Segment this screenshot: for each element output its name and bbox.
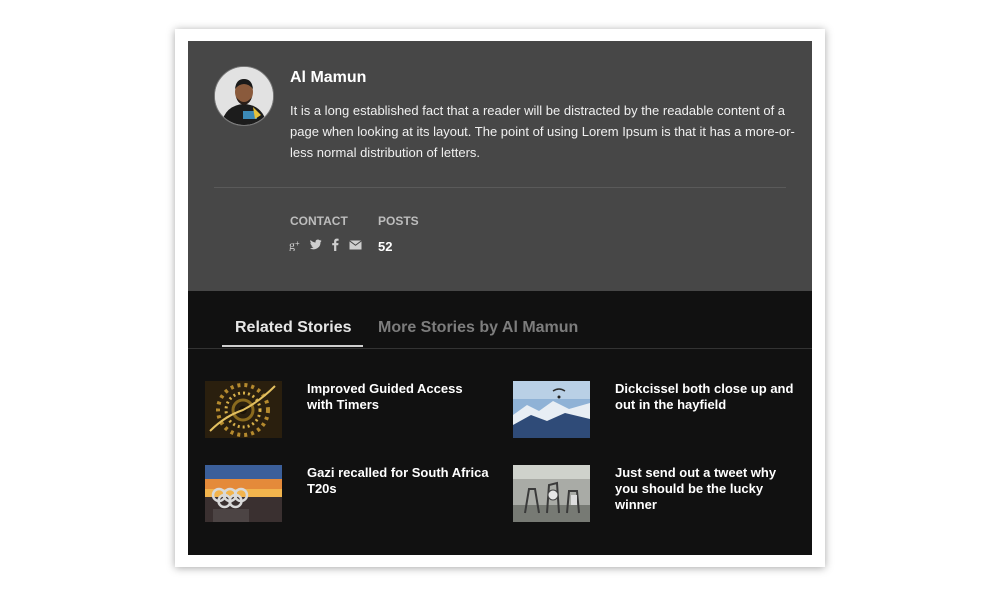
story-title[interactable]: Gazi recalled for South Africa T20s [307, 465, 492, 497]
story-thumbnail[interactable] [513, 465, 590, 522]
story-item[interactable]: Gazi recalled for South Africa T20s [205, 465, 505, 525]
posts-count: 52 [378, 239, 393, 254]
twitter-icon[interactable] [309, 238, 322, 251]
google-plus-icon[interactable]: g + [289, 238, 302, 252]
story-item[interactable]: Dickcissel both close up and out in the … [513, 381, 813, 441]
contact-label: CONTACT [290, 214, 348, 228]
facebook-icon[interactable] [329, 238, 342, 251]
author-box: Al Mamun It is a long established fact t… [188, 41, 812, 291]
tab-more-stories[interactable]: More Stories by Al Mamun [378, 319, 578, 337]
author-bio: It is a long established fact that a rea… [290, 103, 795, 160]
active-tab-indicator [222, 345, 363, 347]
tab-related-stories[interactable]: Related Stories [235, 319, 351, 337]
story-thumbnail[interactable] [513, 381, 590, 438]
story-title[interactable]: Improved Guided Access with Timers [307, 381, 492, 413]
email-icon[interactable] [349, 238, 362, 251]
story-title[interactable]: Dickcissel both close up and out in the … [615, 381, 800, 413]
story-thumbnail[interactable] [205, 465, 282, 522]
story-tabs: Related Stories More Stories by Al Mamun [188, 307, 812, 349]
story-item[interactable]: Just send out a tweet why you should be … [513, 465, 813, 525]
card-frame: Al Mamun It is a long established fact t… [175, 29, 825, 567]
social-links: g + [289, 238, 362, 252]
author-avatar[interactable] [214, 66, 274, 126]
svg-text:+: + [295, 239, 300, 248]
story-item[interactable]: Improved Guided Access with Timers [205, 381, 505, 441]
story-thumbnail[interactable] [205, 381, 282, 438]
author-name[interactable]: Al Mamun [290, 69, 366, 87]
posts-label: POSTS [378, 214, 419, 228]
divider [214, 187, 786, 188]
author-story-card: Al Mamun It is a long established fact t… [188, 41, 812, 555]
story-title[interactable]: Just send out a tweet why you should be … [615, 465, 800, 513]
